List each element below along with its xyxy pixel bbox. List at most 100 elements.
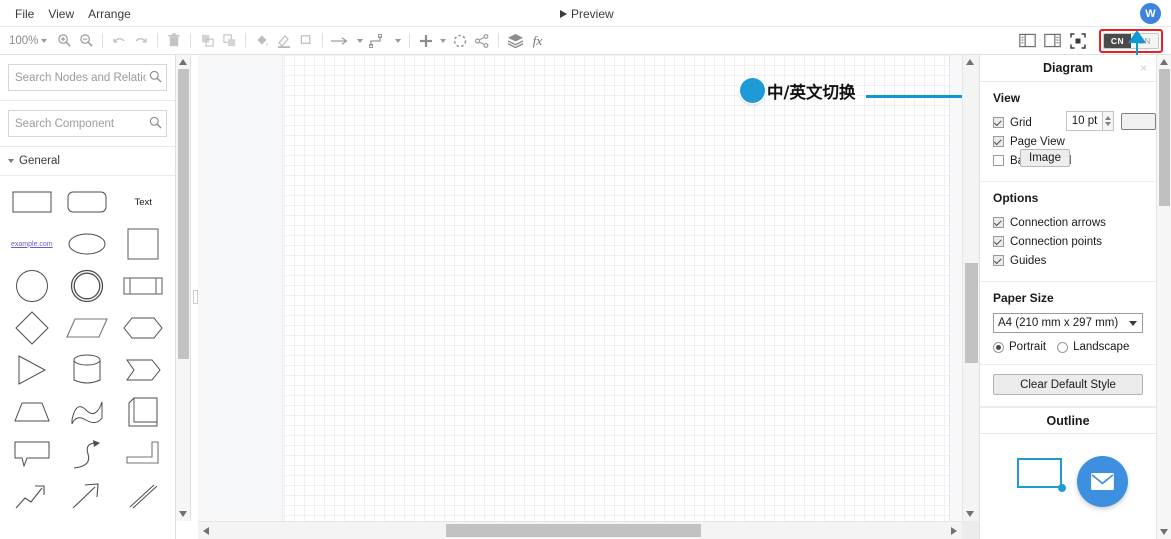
shape-rectangle[interactable] (4, 184, 60, 220)
scroll-down-arrow-icon[interactable] (1160, 529, 1168, 535)
shape-link[interactable]: example.com (4, 226, 60, 262)
landscape-radio[interactable] (1057, 341, 1069, 353)
format-panel-icon[interactable] (1017, 30, 1039, 52)
background-image-button[interactable]: Image (1020, 149, 1070, 167)
layers-icon[interactable] (504, 30, 526, 52)
shape-arrow-up-right[interactable] (60, 478, 116, 514)
search-component-box[interactable] (8, 110, 167, 137)
scroll-right-arrow-icon[interactable] (951, 527, 957, 535)
fill-color-icon[interactable] (251, 30, 273, 52)
shape-circle[interactable] (4, 268, 60, 304)
fullscreen-icon[interactable] (1067, 30, 1089, 52)
shape-hexagon[interactable] (115, 310, 171, 346)
zoom-level-dropdown[interactable]: 100% (9, 35, 48, 47)
to-back-icon[interactable] (218, 30, 240, 52)
redo-icon[interactable] (130, 30, 152, 52)
insert-icon[interactable] (415, 30, 437, 52)
grid-color-swatch[interactable] (1121, 112, 1156, 130)
shape-curved-arrow[interactable] (60, 436, 116, 472)
shape-rounded-rectangle[interactable] (60, 184, 116, 220)
outline-panel-icon[interactable] (1042, 30, 1064, 52)
connection-points-checkbox[interactable] (993, 236, 1004, 247)
zoom-out-icon[interactable] (75, 30, 97, 52)
search-nodes-box[interactable] (8, 64, 167, 91)
sidebar-scrollbar[interactable] (176, 55, 191, 521)
mail-fab-button[interactable] (1077, 456, 1128, 507)
zoom-in-icon[interactable] (53, 30, 75, 52)
format-panel-scrollbar[interactable] (1156, 55, 1171, 539)
portrait-radio[interactable] (993, 341, 1004, 353)
canvas-horizontal-scrollbar[interactable] (198, 521, 962, 539)
grid-size-stepper[interactable] (1103, 111, 1114, 131)
grid-size-input[interactable]: 10 pt (1066, 111, 1103, 131)
connection-arrows-checkbox[interactable] (993, 217, 1004, 228)
table-icon[interactable] (449, 30, 471, 52)
menu-item-arrange[interactable]: Arrange (81, 4, 138, 24)
shape-triangle[interactable] (4, 352, 60, 388)
menu-item-view[interactable]: View (41, 4, 81, 24)
close-icon[interactable]: × (1140, 61, 1147, 75)
shape-text[interactable]: Text (115, 184, 171, 220)
delete-icon[interactable] (163, 30, 185, 52)
outline-page-rect[interactable] (1017, 458, 1062, 488)
page-view-checkbox[interactable] (993, 136, 1004, 147)
shapes-sidebar: General Text example.com (0, 55, 176, 539)
shape-arrow-block[interactable] (115, 352, 171, 388)
background-checkbox[interactable] (993, 155, 1004, 166)
chevron-down-icon[interactable] (437, 30, 449, 52)
shape-callout[interactable] (4, 436, 60, 472)
page-sheet[interactable] (284, 55, 950, 521)
search-nodes-section (0, 55, 175, 101)
scroll-up-arrow-icon[interactable] (966, 59, 974, 65)
clear-default-style-button[interactable]: Clear Default Style (993, 374, 1143, 395)
preview-button[interactable]: Preview (560, 0, 614, 27)
scroll-up-arrow-icon[interactable] (179, 59, 187, 65)
chevron-down-icon[interactable] (354, 30, 366, 52)
chevron-down-icon[interactable] (392, 30, 404, 52)
shape-cylinder[interactable] (60, 352, 116, 388)
shape-ellipse[interactable] (60, 226, 116, 262)
canvas-hscroll-thumb[interactable] (446, 524, 701, 537)
sidebar-scroll-thumb[interactable] (178, 69, 189, 359)
paper-size-select[interactable]: A4 (210 mm x 297 mm) (993, 313, 1143, 333)
scroll-down-arrow-icon[interactable] (966, 511, 974, 517)
to-front-icon[interactable] (196, 30, 218, 52)
shape-process[interactable] (115, 268, 171, 304)
waypoints-icon[interactable] (366, 30, 392, 52)
shape-double-circle[interactable] (60, 268, 116, 304)
scroll-left-arrow-icon[interactable] (203, 527, 209, 535)
shape-double-arrow-up[interactable] (4, 478, 60, 514)
share-icon[interactable] (471, 30, 493, 52)
avatar[interactable]: W (1140, 3, 1161, 24)
shape-square[interactable] (115, 226, 171, 262)
shape-parallelogram[interactable] (60, 310, 116, 346)
shape-section-general[interactable]: General (0, 147, 175, 176)
canvas-vscroll-thumb[interactable] (965, 263, 978, 363)
diagram-canvas[interactable] (198, 55, 962, 521)
canvas-vertical-scrollbar[interactable] (962, 55, 979, 521)
scroll-up-arrow-icon[interactable] (1160, 59, 1168, 65)
format-panel-scroll-thumb[interactable] (1159, 69, 1170, 206)
search-component-input[interactable] (9, 111, 166, 136)
menu-item-file[interactable]: File (8, 4, 41, 24)
scroll-down-arrow-icon[interactable] (179, 511, 187, 517)
line-color-icon[interactable] (273, 30, 295, 52)
guides-checkbox[interactable] (993, 255, 1004, 266)
shape-trapezoid[interactable] (4, 394, 60, 430)
undo-icon[interactable] (108, 30, 130, 52)
stepper-down-icon[interactable] (1105, 122, 1111, 126)
shape-document[interactable] (115, 394, 171, 430)
outline-resize-handle[interactable] (1058, 484, 1066, 492)
shape-double-line[interactable] (115, 478, 171, 514)
search-nodes-input[interactable] (9, 65, 166, 90)
formula-icon[interactable]: fx (526, 30, 548, 52)
shape-corner[interactable] (115, 436, 171, 472)
outline-preview[interactable] (980, 434, 1156, 539)
shape-diamond[interactable] (4, 310, 60, 346)
shape-wave[interactable] (60, 394, 116, 430)
stepper-up-icon[interactable] (1105, 116, 1111, 120)
connection-icon[interactable] (328, 30, 354, 52)
background-row: Background Image (993, 149, 1143, 170)
shadow-icon[interactable] (295, 30, 317, 52)
grid-checkbox[interactable] (993, 117, 1004, 128)
